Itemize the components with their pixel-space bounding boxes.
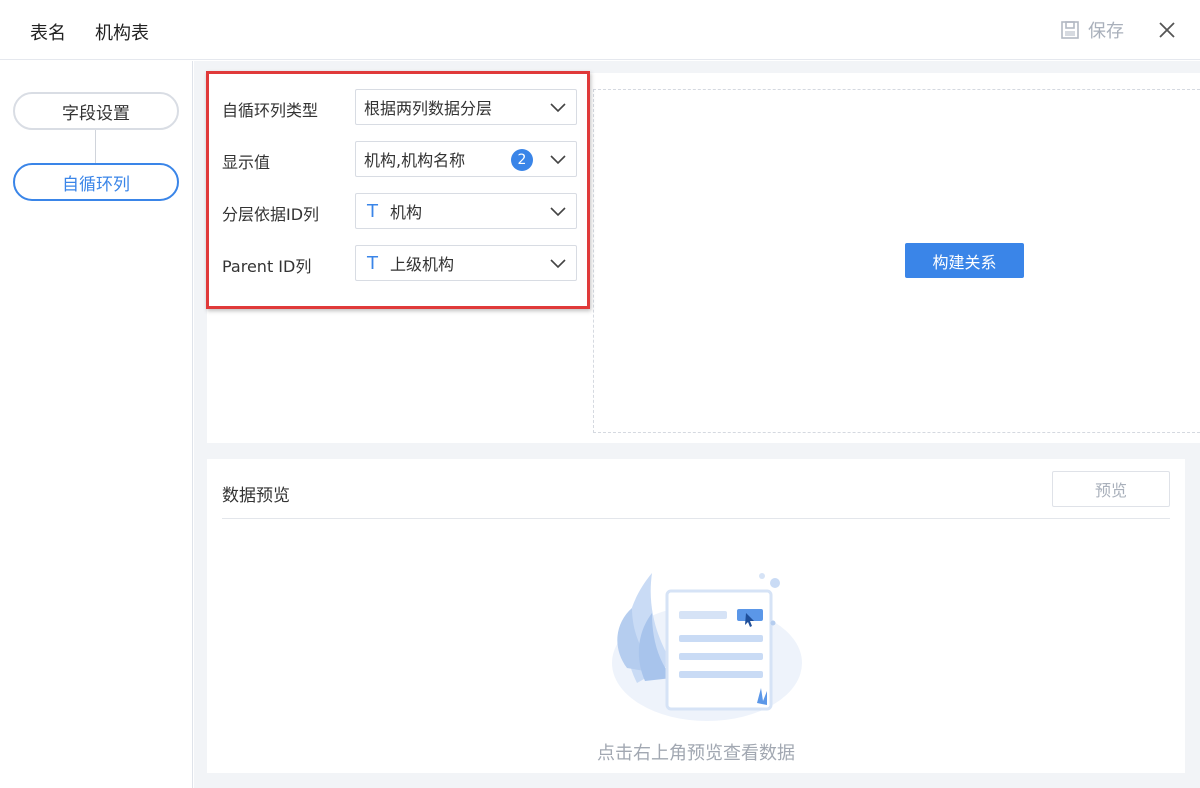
form-row-layer-id: 分层依据ID列 T 机构 (207, 193, 587, 229)
save-label: 保存 (1088, 21, 1124, 42)
preview-button[interactable]: 预览 (1052, 471, 1170, 507)
chevron-down-icon (550, 259, 566, 269)
chevron-down-icon (550, 155, 566, 165)
step-nav: 字段设置 自循环列 (0, 61, 193, 788)
form-row-type: 自循环列类型 根据两列数据分层 (207, 89, 587, 125)
main-content: 自循环列类型 根据两列数据分层 显示值 机构,机构名称 2 分层依据ID列 T (194, 61, 1200, 788)
selected-count-badge: 2 (511, 149, 533, 171)
parent-id-select-value: 上级机构 (390, 255, 455, 274)
text-type-icon: T (367, 252, 378, 274)
parent-id-select[interactable]: T 上级机构 (355, 245, 577, 281)
empty-state-text: 点击右上角预览查看数据 (597, 743, 795, 764)
chevron-down-icon (550, 207, 566, 217)
build-relation-button[interactable]: 构建关系 (905, 243, 1024, 278)
step-field-settings[interactable]: 字段设置 (13, 92, 179, 130)
relation-canvas (593, 89, 1200, 433)
save-icon (1061, 21, 1079, 39)
table-name-value: 机构表 (95, 23, 149, 44)
step-label: 字段设置 (62, 103, 130, 124)
chevron-down-icon (550, 103, 566, 113)
divider (222, 518, 1170, 519)
step-self-loop-column[interactable]: 自循环列 (13, 163, 179, 201)
data-preview-panel: 数据预览 预览 点击右上角预览查看数据 (207, 459, 1185, 773)
dialog-header: 表名 机构表 保存 (0, 0, 1200, 60)
config-panel: 自循环列类型 根据两列数据分层 显示值 机构,机构名称 2 分层依据ID列 T (207, 73, 1200, 443)
layer-id-select[interactable]: T 机构 (355, 193, 577, 229)
save-button[interactable]: 保存 (1060, 17, 1124, 43)
close-icon[interactable] (1154, 17, 1180, 43)
text-type-icon: T (367, 200, 378, 222)
form-row-parent-id: Parent ID列 T 上级机构 (207, 245, 587, 281)
type-select-value: 根据两列数据分层 (364, 99, 493, 118)
layer-id-select-value: 机构 (390, 203, 423, 222)
display-select[interactable]: 机构,机构名称 2 (355, 141, 577, 177)
parent-id-label: Parent ID列 (222, 257, 312, 276)
display-label: 显示值 (222, 153, 271, 172)
empty-data-illustration (612, 573, 802, 721)
step-connector (95, 130, 96, 163)
display-select-value: 机构,机构名称 (364, 151, 466, 170)
type-select[interactable]: 根据两列数据分层 (355, 89, 577, 125)
preview-title: 数据预览 (222, 486, 290, 506)
form-row-display: 显示值 机构,机构名称 2 (207, 141, 587, 177)
table-name-label: 表名 (30, 23, 66, 44)
type-label: 自循环列类型 (222, 101, 319, 120)
layer-id-label: 分层依据ID列 (222, 205, 320, 224)
step-label: 自循环列 (62, 174, 130, 195)
